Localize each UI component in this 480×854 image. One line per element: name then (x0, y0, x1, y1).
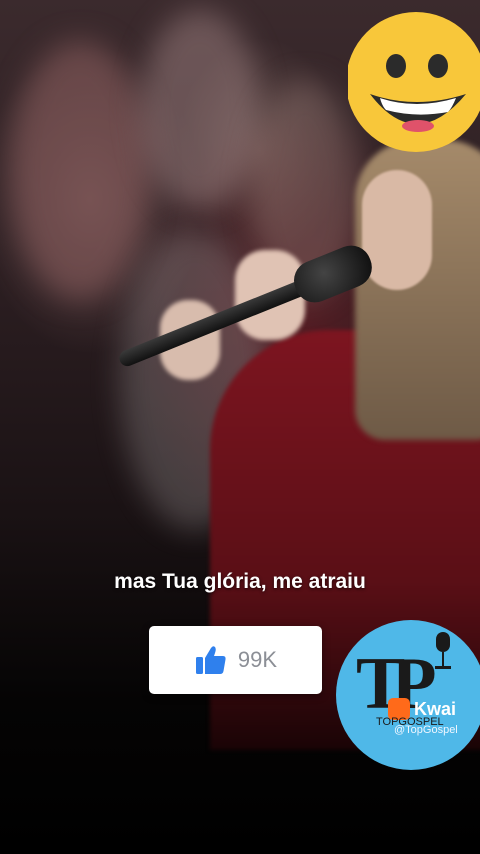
crowd-blur (10, 40, 150, 300)
kwai-handle: @TopGospel (394, 724, 458, 736)
grinning-face-emoji (348, 12, 480, 152)
channel-logo[interactable]: TP Kwai TOPGOSPEL @TopGospel (336, 620, 480, 770)
thumbs-up-icon (194, 643, 228, 677)
like-count: 99K (237, 647, 278, 672)
microphone-icon (435, 632, 451, 669)
video-frame[interactable]: mas Tua glória, me atraiu 99K TP Kwai TO… (0, 0, 480, 854)
like-button[interactable]: 99K (149, 626, 322, 694)
crowd-blur (140, 10, 260, 210)
lyric-caption: mas Tua glória, me atraiu (114, 570, 366, 593)
